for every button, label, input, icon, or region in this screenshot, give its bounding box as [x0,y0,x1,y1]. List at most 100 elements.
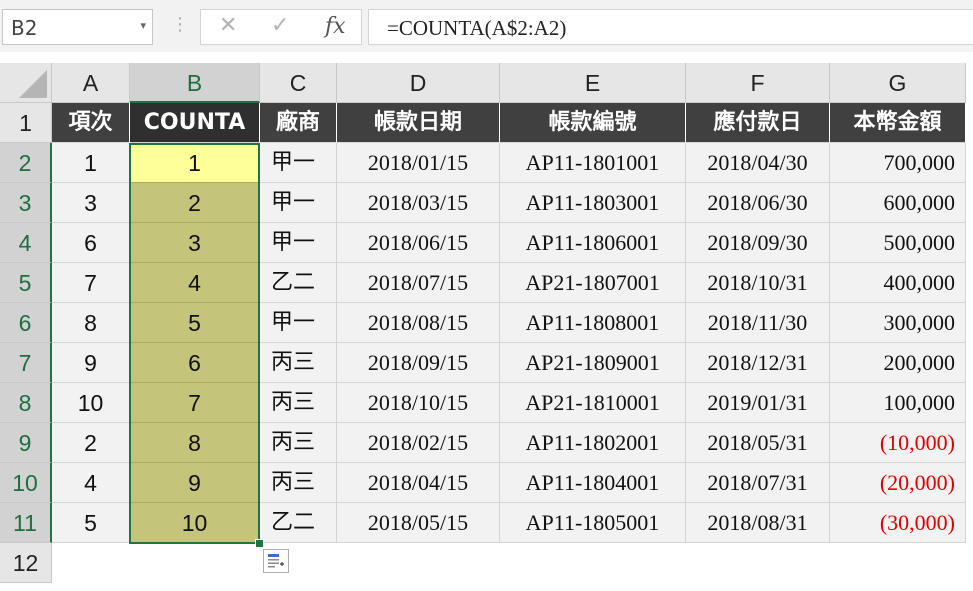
table-cell[interactable]: 100,000 [830,383,966,423]
table-header-cell[interactable]: 項次 [52,103,130,143]
table-cell[interactable]: 5 [52,503,130,543]
table-cell[interactable]: 2018/06/30 [686,183,830,223]
row-header-6[interactable]: 6 [0,303,52,343]
table-cell[interactable]: 2018/09/30 [686,223,830,263]
column-header-f[interactable]: F [686,63,830,103]
table-cell[interactable]: 甲一 [260,223,337,263]
table-cell[interactable]: 2018/10/31 [686,263,830,303]
row-header-12[interactable]: 12 [0,543,52,583]
fill-handle[interactable] [255,539,264,548]
table-cell[interactable]: 2018/01/15 [337,143,500,183]
table-cell[interactable]: 8 [52,303,130,343]
empty-cell[interactable] [337,543,500,583]
table-header-cell[interactable]: 應付款日 [686,103,830,143]
table-cell[interactable]: 9 [52,343,130,383]
table-cell[interactable]: (10,000) [830,423,966,463]
row-header-11[interactable]: 11 [0,503,52,543]
table-cell[interactable]: 6 [130,343,260,383]
table-cell[interactable]: 10 [52,383,130,423]
table-cell[interactable]: 300,000 [830,303,966,343]
table-cell[interactable]: 2018/12/31 [686,343,830,383]
table-cell[interactable]: 2018/05/15 [337,503,500,543]
table-cell[interactable]: 2018/02/15 [337,423,500,463]
table-cell[interactable]: 7 [52,263,130,303]
table-cell[interactable]: AP11-1801001 [500,143,686,183]
table-cell[interactable]: 1 [52,143,130,183]
table-cell[interactable]: 2018/10/15 [337,383,500,423]
table-cell[interactable]: 2018/04/15 [337,463,500,503]
table-cell[interactable]: 3 [52,183,130,223]
table-header-cell[interactable]: 帳款日期 [337,103,500,143]
table-cell[interactable]: 2018/06/15 [337,223,500,263]
table-cell[interactable]: AP11-1804001 [500,463,686,503]
row-header-5[interactable]: 5 [0,263,52,303]
table-header-cell[interactable]: COUNTA [130,103,260,143]
table-cell[interactable]: 2019/01/31 [686,383,830,423]
row-header-2[interactable]: 2 [0,143,52,183]
table-cell[interactable]: 500,000 [830,223,966,263]
table-cell[interactable]: (20,000) [830,463,966,503]
row-header-10[interactable]: 10 [0,463,52,503]
table-cell[interactable]: 5 [130,303,260,343]
table-cell[interactable]: 200,000 [830,343,966,383]
cancel-icon[interactable]: ✕ [219,13,237,38]
table-cell[interactable]: 甲一 [260,183,337,223]
table-cell[interactable]: 2018/08/15 [337,303,500,343]
table-cell[interactable]: AP21-1807001 [500,263,686,303]
table-cell[interactable]: AP21-1810001 [500,383,686,423]
empty-cell[interactable] [686,543,830,583]
table-cell[interactable]: 3 [130,223,260,263]
row-header-1[interactable]: 1 [0,103,52,143]
table-cell[interactable]: 2 [130,183,260,223]
table-cell[interactable]: 丙三 [260,343,337,383]
column-header-a[interactable]: A [52,63,130,103]
table-cell[interactable]: 7 [130,383,260,423]
table-cell[interactable]: 2018/08/31 [686,503,830,543]
row-header-3[interactable]: 3 [0,183,52,223]
table-cell[interactable]: AP11-1805001 [500,503,686,543]
empty-cell[interactable] [52,543,130,583]
select-all-button[interactable] [0,63,52,103]
row-header-8[interactable]: 8 [0,383,52,423]
table-header-cell[interactable]: 帳款編號 [500,103,686,143]
table-cell[interactable]: AP11-1803001 [500,183,686,223]
row-header-9[interactable]: 9 [0,423,52,463]
column-header-d[interactable]: D [337,63,500,103]
column-header-c[interactable]: C [260,63,337,103]
table-cell[interactable]: 甲一 [260,143,337,183]
table-cell[interactable]: 4 [130,263,260,303]
table-cell[interactable]: 2018/11/30 [686,303,830,343]
table-cell[interactable]: AP21-1809001 [500,343,686,383]
formula-input[interactable]: =COUNTA(A$2:A2) [368,9,973,45]
formula-bar-grip-icon[interactable]: ⋮ [171,14,189,35]
table-cell[interactable]: 700,000 [830,143,966,183]
empty-cell[interactable] [130,543,260,583]
table-cell[interactable]: 2 [52,423,130,463]
row-header-4[interactable]: 4 [0,223,52,263]
column-header-b[interactable]: B [130,63,260,103]
table-cell[interactable]: 4 [52,463,130,503]
table-cell[interactable]: 2018/09/15 [337,343,500,383]
empty-cell[interactable] [500,543,686,583]
table-cell[interactable]: 2018/07/15 [337,263,500,303]
quick-analysis-icon[interactable] [263,549,289,573]
name-box[interactable]: B2 ▾ [2,9,153,45]
table-cell[interactable]: 2018/05/31 [686,423,830,463]
insert-function-icon[interactable]: fx [325,14,346,39]
empty-cell[interactable] [830,543,966,583]
table-cell[interactable]: (30,000) [830,503,966,543]
table-cell[interactable]: 甲一 [260,303,337,343]
row-header-7[interactable]: 7 [0,343,52,383]
table-cell[interactable]: 2018/07/31 [686,463,830,503]
column-header-g[interactable]: G [830,63,966,103]
table-cell[interactable]: 2018/03/15 [337,183,500,223]
column-header-e[interactable]: E [500,63,686,103]
table-cell[interactable]: 丙三 [260,383,337,423]
table-cell[interactable]: AP11-1808001 [500,303,686,343]
table-cell[interactable]: 8 [130,423,260,463]
table-cell[interactable]: 丙三 [260,463,337,503]
table-cell[interactable]: AP11-1802001 [500,423,686,463]
table-cell[interactable]: 乙二 [260,503,337,543]
table-cell[interactable]: 600,000 [830,183,966,223]
table-cell[interactable]: 丙三 [260,423,337,463]
